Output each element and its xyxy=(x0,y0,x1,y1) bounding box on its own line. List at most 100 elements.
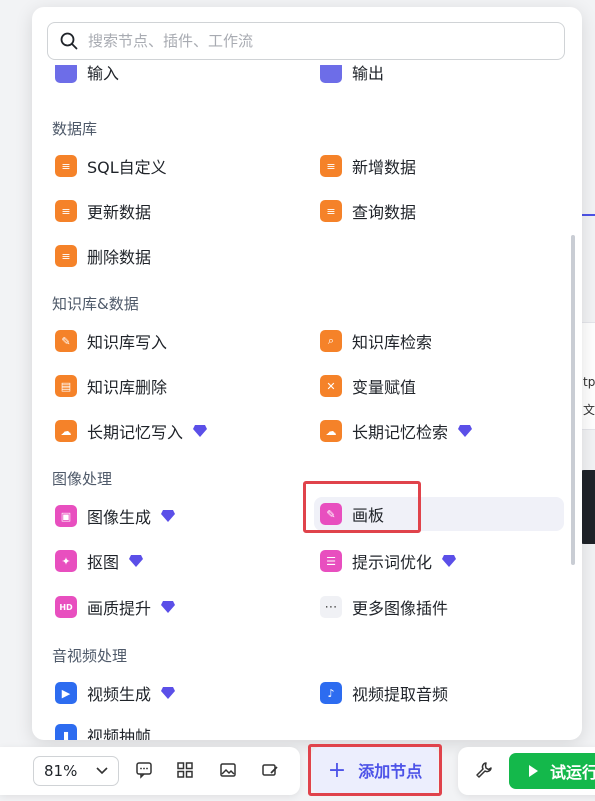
image-icon xyxy=(220,763,236,777)
node-item-label: 更多图像插件 xyxy=(352,599,449,618)
node-item-add-data[interactable]: ≡ 新增数据 xyxy=(317,149,567,183)
node-item-prompt-optimize[interactable]: ☰ 提示词优化 xyxy=(317,544,567,578)
premium-gem-icon xyxy=(161,687,176,699)
memory-search-icon: ☁ xyxy=(320,420,342,442)
node-item-update-data[interactable]: ≡ 更新数据 xyxy=(52,194,302,228)
output-icon xyxy=(320,65,342,83)
node-item-query-data[interactable]: ≡ 查询数据 xyxy=(317,194,567,228)
search-icon xyxy=(60,32,78,50)
canvas-node-text: tp xyxy=(583,375,595,389)
node-item-memory-write[interactable]: ☁ 长期记忆写入 xyxy=(52,414,302,448)
wrench-icon xyxy=(476,762,492,778)
play-icon xyxy=(529,765,538,777)
minimap-button[interactable] xyxy=(217,759,239,781)
image-generate-icon: ▣ xyxy=(55,505,77,527)
premium-gem-icon xyxy=(193,425,208,437)
node-item-label: 查询数据 xyxy=(352,203,417,222)
highlight-box-add-node xyxy=(308,744,442,796)
node-item-video-audio[interactable]: ♪ 视频提取音频 xyxy=(317,676,567,710)
layout-button[interactable] xyxy=(174,759,196,781)
database-update-icon: ≡ xyxy=(55,200,77,222)
premium-gem-icon xyxy=(442,555,457,567)
node-item-video-generate[interactable]: ▶ 视频生成 xyxy=(52,676,302,710)
node-item-output[interactable]: 输出 xyxy=(317,65,567,89)
node-item-label: 视频抽帧 xyxy=(87,727,152,740)
node-picker-panel: 输入 输出 数据库 ≡ SQL自定义 ≡ 新增数据 ≡ 更新数据 ≡ 查询数据 … xyxy=(32,7,582,740)
premium-gem-icon xyxy=(458,425,473,437)
database-add-icon: ≡ xyxy=(320,155,342,177)
node-item-label: 视频提取音频 xyxy=(352,685,449,704)
node-item-label: 新增数据 xyxy=(352,158,417,177)
cutout-icon: ✦ xyxy=(55,550,77,572)
knowledge-write-icon: ✎ xyxy=(55,330,77,352)
premium-gem-icon xyxy=(161,601,176,613)
canvas-node-text: 文 xyxy=(583,403,595,417)
node-list[interactable]: 输入 输出 数据库 ≡ SQL自定义 ≡ 新增数据 ≡ 更新数据 ≡ 查询数据 … xyxy=(32,65,582,740)
database-icon: ≡ xyxy=(55,155,77,177)
node-item-variable-assign[interactable]: ✕ 变量赋值 xyxy=(317,369,567,403)
node-item-video-frame[interactable]: ▮ 视频抽帧 xyxy=(52,718,302,740)
edit-mode-button[interactable] xyxy=(259,759,281,781)
node-item-knowledge-delete[interactable]: ▤ 知识库删除 xyxy=(52,369,302,403)
search-input[interactable] xyxy=(86,31,530,51)
more-icon: ⋯ xyxy=(320,596,342,618)
scrollbar[interactable] xyxy=(571,235,575,565)
node-item-label: 知识库检索 xyxy=(352,333,433,352)
section-title-knowledge: 知识库&数据 xyxy=(52,295,139,313)
premium-gem-icon xyxy=(129,555,144,567)
search-box[interactable] xyxy=(47,22,565,60)
node-item-hd-enhance[interactable]: HD 画质提升 xyxy=(52,590,302,624)
zoom-value: 81% xyxy=(44,762,78,780)
canvas-edge-line xyxy=(582,214,595,216)
node-item-label: SQL自定义 xyxy=(87,158,167,177)
node-item-knowledge-write[interactable]: ✎ 知识库写入 xyxy=(52,324,302,358)
chevron-down-icon xyxy=(96,767,108,775)
node-item-label: 图像生成 xyxy=(87,508,152,527)
node-item-label: 输出 xyxy=(352,65,385,83)
comment-button[interactable] xyxy=(133,759,155,781)
node-item-label: 输入 xyxy=(87,65,120,83)
video-audio-icon: ♪ xyxy=(320,682,342,704)
knowledge-delete-icon: ▤ xyxy=(55,375,77,397)
node-item-label: 删除数据 xyxy=(87,248,152,267)
node-item-label: 画质提升 xyxy=(87,599,152,618)
memory-write-icon: ☁ xyxy=(55,420,77,442)
node-item-label: 知识库写入 xyxy=(87,333,168,352)
comment-icon xyxy=(136,762,152,779)
section-title-audio-video: 音视频处理 xyxy=(52,647,128,665)
input-icon xyxy=(55,65,77,83)
section-title-image: 图像处理 xyxy=(52,470,113,488)
node-item-image-generate[interactable]: ▣ 图像生成 xyxy=(52,499,302,533)
node-item-label: 视频生成 xyxy=(87,685,152,704)
node-item-label: 长期记忆写入 xyxy=(87,423,184,442)
test-run-label: 试运行 xyxy=(550,763,595,782)
node-item-memory-search[interactable]: ☁ 长期记忆检索 xyxy=(317,414,567,448)
hd-icon: HD xyxy=(55,596,77,618)
premium-gem-icon xyxy=(161,510,176,522)
node-item-knowledge-search[interactable]: ⌕ 知识库检索 xyxy=(317,324,567,358)
database-search-icon: ≡ xyxy=(320,200,342,222)
test-run-button[interactable]: 试运行 xyxy=(509,753,595,789)
database-delete-icon: ≡ xyxy=(55,245,77,267)
edit-icon xyxy=(262,764,278,776)
video-generate-icon: ▶ xyxy=(55,682,77,704)
node-item-cutout[interactable]: ✦ 抠图 xyxy=(52,544,302,578)
node-item-label: 知识库删除 xyxy=(87,378,168,397)
zoom-select[interactable]: 81% xyxy=(33,756,119,786)
node-item-label: 抠图 xyxy=(87,553,120,572)
node-item-delete-data[interactable]: ≡ 删除数据 xyxy=(52,239,302,273)
node-item-label: 变量赋值 xyxy=(352,378,417,397)
toolbar-right-group: 试运行 xyxy=(458,747,595,795)
grid-icon xyxy=(177,762,193,778)
bottom-toolbar: 81% + 添加节点 试运行 xyxy=(0,744,595,797)
debug-button[interactable] xyxy=(474,760,494,784)
node-item-label: 长期记忆检索 xyxy=(352,423,449,442)
node-item-sql-custom[interactable]: ≡ SQL自定义 xyxy=(52,149,302,183)
variable-assign-icon: ✕ xyxy=(320,375,342,397)
section-title-database: 数据库 xyxy=(52,120,98,138)
node-item-label: 更新数据 xyxy=(87,203,152,222)
toolbar-left-group: 81% xyxy=(0,747,300,795)
prompt-optimize-icon: ☰ xyxy=(320,550,342,572)
node-item-more-image-plugins[interactable]: ⋯ 更多图像插件 xyxy=(317,590,567,624)
node-item-input[interactable]: 输入 xyxy=(52,65,302,89)
